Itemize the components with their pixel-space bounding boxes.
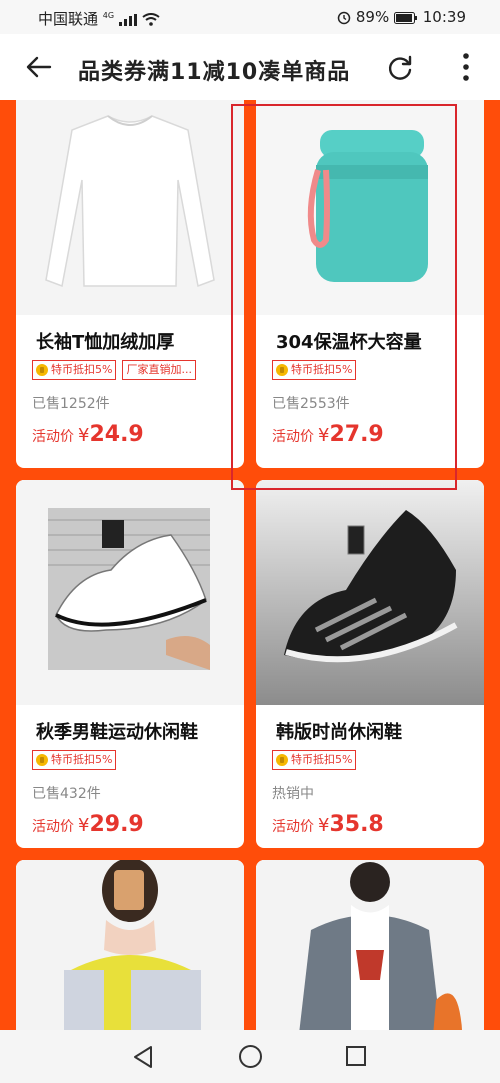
product-card[interactable]: 长袖T恤加绒加厚 特币抵扣5% 厂家直销加... 已售1252件 活动价 ¥24.… (16, 100, 244, 468)
product-card[interactable] (256, 860, 484, 1030)
battery-percent: 89% (355, 8, 390, 26)
product-image-sweater[interactable] (16, 860, 244, 1030)
product-card[interactable]: 韩版时尚休闲鞋 特币抵扣5% 热销中 活动价 ¥35.8 (256, 480, 484, 848)
product-tags: 特币抵扣5% (32, 750, 117, 770)
page-title: 品类券满11减10凑单商品 (78, 60, 351, 85)
tag-label: 厂家直销加... (126, 363, 192, 376)
coin-icon (276, 754, 288, 766)
more-vertical-icon[interactable] (456, 50, 476, 84)
sold-count: 已售1252件 (32, 396, 110, 412)
currency-symbol: ¥ (78, 425, 90, 446)
product-image-jacket[interactable] (256, 860, 484, 1030)
alarm-icon (337, 11, 351, 24)
coin-icon (36, 754, 48, 766)
recents-nav-icon[interactable] (345, 1045, 367, 1067)
carrier-label: 中国联通 (38, 10, 99, 28)
product-price: 活动价 ¥24.9 (32, 422, 144, 447)
system-nav-bar (0, 1030, 500, 1083)
coin-discount-tag: 特币抵扣5% (272, 750, 357, 770)
price-value: 35.8 (329, 812, 384, 837)
app-bar: 品类券满11减10凑单商品 (0, 34, 500, 100)
product-price: 活动价 ¥35.8 (272, 812, 384, 837)
tag-label: 特币抵扣5% (291, 753, 353, 766)
status-left: 中国联通 4G (38, 8, 160, 29)
factory-direct-tag: 厂家直销加... (122, 360, 196, 380)
tag-label: 特币抵扣5% (51, 363, 113, 376)
status-right: 89% 10:39 (337, 8, 466, 26)
coin-discount-tag: 特币抵扣5% (32, 750, 117, 770)
price-label: 活动价 (32, 429, 74, 445)
product-image-black-sneaker[interactable] (256, 480, 484, 705)
clock: 10:39 (422, 8, 466, 26)
price-value: 29.9 (89, 812, 144, 837)
product-image-white-sneaker[interactable] (16, 480, 244, 705)
back-nav-icon[interactable] (132, 1045, 154, 1069)
product-card[interactable]: 秋季男鞋运动休闲鞋 特币抵扣5% 已售432件 活动价 ¥29.9 (16, 480, 244, 848)
price-label: 活动价 (32, 819, 74, 835)
product-tags: 特币抵扣5% (272, 750, 357, 770)
product-name: 韩版时尚休闲鞋 (276, 722, 402, 743)
wifi-icon (142, 13, 160, 26)
coin-icon (36, 364, 48, 376)
signal-icon (118, 13, 137, 26)
currency-symbol: ¥ (78, 815, 90, 836)
price-label: 活动价 (272, 819, 314, 835)
price-value: 24.9 (89, 422, 144, 447)
network-type: 4G (102, 11, 115, 20)
sold-count: 热销中 (272, 786, 314, 802)
product-name: 长袖T恤加绒加厚 (36, 332, 175, 353)
tag-label: 特币抵扣5% (51, 753, 113, 766)
product-image-tshirt[interactable] (16, 100, 244, 315)
sold-count: 已售432件 (32, 786, 101, 802)
battery-icon (393, 11, 417, 24)
home-nav-icon[interactable] (238, 1044, 263, 1069)
product-price: 活动价 ¥29.9 (32, 812, 144, 837)
product-card[interactable] (16, 860, 244, 1030)
currency-symbol: ¥ (318, 815, 330, 836)
product-name: 秋季男鞋运动休闲鞋 (36, 722, 198, 743)
status-bar: 中国联通 4G 89% 10:39 (0, 0, 500, 34)
selection-highlight-box (231, 104, 457, 490)
product-tags: 特币抵扣5% 厂家直销加... (32, 360, 196, 380)
back-arrow-icon[interactable] (24, 52, 54, 82)
coin-discount-tag: 特币抵扣5% (32, 360, 117, 380)
refresh-icon[interactable] (385, 52, 415, 82)
